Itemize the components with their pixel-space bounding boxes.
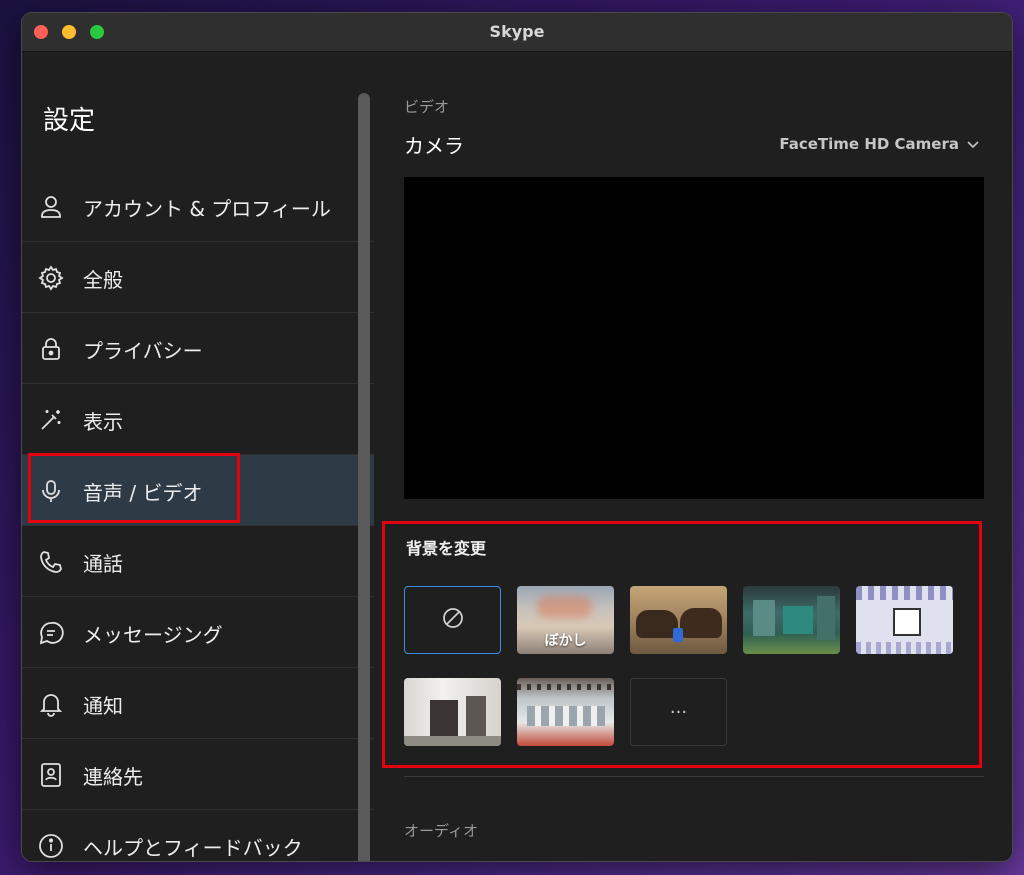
sidebar-item-calling[interactable]: 通話 [22, 526, 374, 597]
background-bison-option[interactable] [630, 586, 727, 654]
background-office-option[interactable] [743, 586, 840, 654]
window-title: Skype [489, 22, 545, 41]
sidebar-item-label: メッセージング [83, 623, 223, 647]
chat-bubble-icon [37, 619, 65, 647]
background-pattern-option[interactable] [856, 586, 953, 654]
sidebar-item-label: プライバシー [83, 339, 203, 363]
video-section-label: ビデオ [404, 98, 450, 116]
camera-preview [404, 177, 984, 499]
phone-icon [37, 548, 65, 576]
sidebar-item-label: 表示 [83, 410, 123, 434]
sidebar-item-notifications[interactable]: 通知 [22, 668, 374, 739]
camera-label: カメラ [404, 134, 464, 158]
sidebar-item-account-profile[interactable]: アカウント & プロフィール [22, 171, 374, 242]
background-title: 背景を変更 [406, 539, 487, 558]
background-loft-option[interactable] [517, 678, 614, 746]
skype-window: Skype 設定 アカウント & プロフィール 全般 プライバシー 表示 音声 … [22, 13, 1012, 861]
lock-icon [37, 335, 65, 363]
sidebar-item-label: 全般 [83, 268, 123, 292]
sidebar-item-label: ヘルプとフィードバック [83, 836, 303, 860]
settings-title: 設定 [43, 106, 96, 136]
settings-sidebar: 設定 アカウント & プロフィール 全般 プライバシー 表示 音声 / ビデオ … [22, 52, 374, 861]
sidebar-item-label: 通知 [83, 694, 123, 718]
title-bar: Skype [22, 13, 1012, 52]
audio-section-label: オーディオ [404, 822, 478, 840]
more-backgrounds-button[interactable]: ··· [630, 678, 727, 746]
sidebar-item-label: 連絡先 [83, 765, 143, 789]
sidebar-item-appearance[interactable]: 表示 [22, 384, 374, 455]
sidebar-item-general[interactable]: 全般 [22, 242, 374, 313]
more-icon: ··· [669, 701, 688, 723]
magic-wand-icon [37, 406, 65, 434]
sidebar-scrollbar-thumb[interactable] [358, 93, 370, 861]
gear-icon [37, 264, 65, 292]
contact-card-icon [37, 761, 65, 789]
background-blur-option[interactable]: ぼかし [517, 586, 614, 654]
background-none-option[interactable] [404, 586, 501, 654]
sidebar-item-label: 音声 / ビデオ [83, 481, 203, 505]
bell-icon [37, 690, 65, 718]
sidebar-item-messaging[interactable]: メッセージング [22, 597, 374, 668]
settings-content: ビデオ カメラ FaceTime HD Camera 背景を変更 ぼかし ···… [374, 52, 1012, 861]
section-divider [404, 776, 984, 777]
settings-nav: アカウント & プロフィール 全般 プライバシー 表示 音声 / ビデオ 通話 … [22, 171, 374, 861]
background-section-highlight: 背景を変更 ぼかし ··· [382, 521, 982, 768]
camera-dropdown[interactable]: FaceTime HD Camera [779, 135, 979, 153]
sidebar-scrollbar[interactable] [358, 93, 370, 861]
background-hallway-option[interactable] [404, 678, 501, 746]
sidebar-item-audio-video[interactable]: 音声 / ビデオ [22, 455, 374, 526]
microphone-icon [37, 477, 65, 505]
no-background-icon [441, 606, 465, 634]
sidebar-item-privacy[interactable]: プライバシー [22, 313, 374, 384]
sidebar-item-label: アカウント & プロフィール [83, 197, 331, 221]
camera-selected-value: FaceTime HD Camera [779, 135, 959, 153]
info-icon [37, 832, 65, 860]
sidebar-item-help-feedback[interactable]: ヘルプとフィードバック [22, 810, 374, 861]
sidebar-item-contacts[interactable]: 連絡先 [22, 739, 374, 810]
blur-caption: ぼかし [544, 633, 587, 649]
sidebar-item-label: 通話 [83, 552, 123, 576]
chevron-down-icon [967, 135, 979, 153]
person-icon [37, 193, 65, 221]
